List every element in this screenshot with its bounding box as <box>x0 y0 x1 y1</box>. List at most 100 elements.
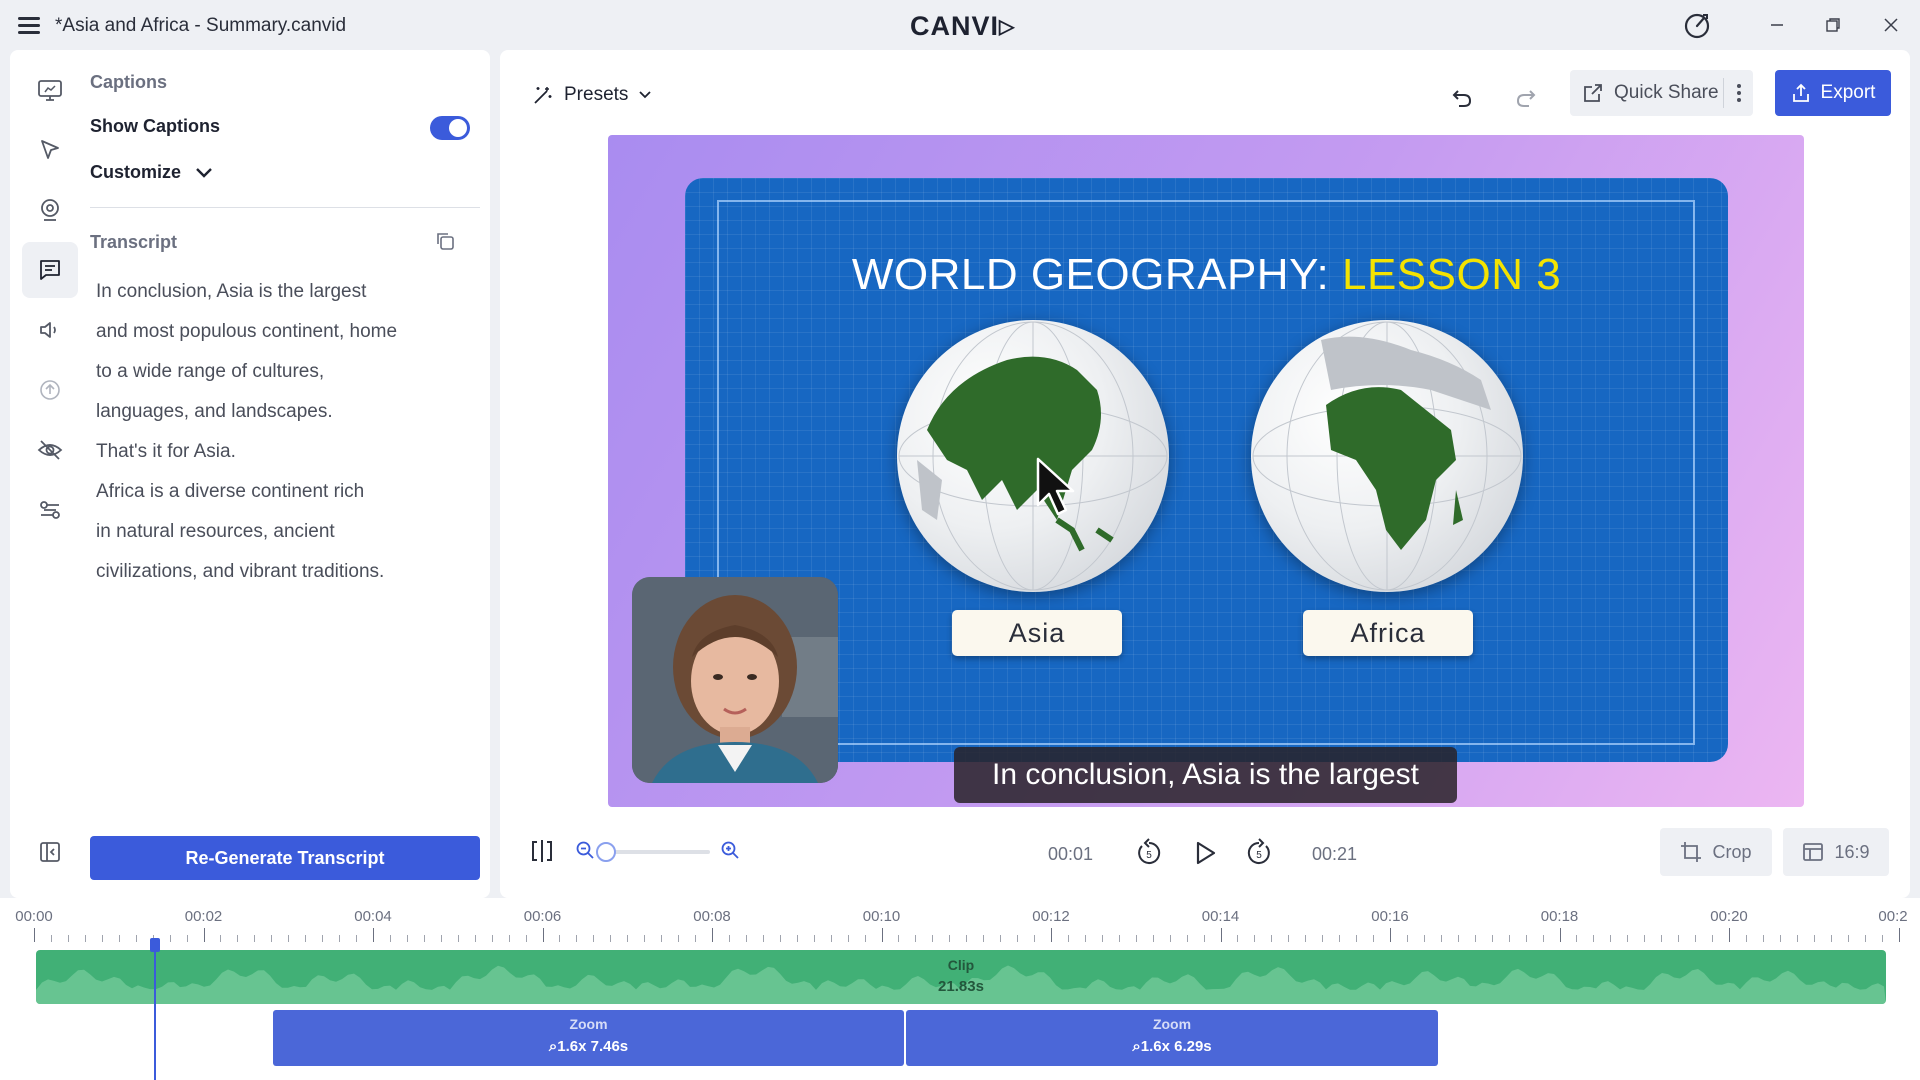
timeline-tick <box>847 935 849 942</box>
transcript-line[interactable]: In conclusion, Asia is the largest <box>96 272 476 312</box>
transcript-line[interactable]: and most populous continent, home <box>96 312 476 352</box>
timeline-tick-label: 00:02 <box>184 908 223 925</box>
transcript-line[interactable]: in natural resources, ancient <box>96 512 476 552</box>
timeline-tick <box>271 935 273 942</box>
timeline-tick <box>559 935 561 942</box>
timeline-tick <box>322 935 324 942</box>
audio-icon[interactable] <box>22 302 78 358</box>
transcript-text[interactable]: In conclusion, Asia is the largest and m… <box>96 272 476 592</box>
zoom-in-icon[interactable] <box>720 840 744 864</box>
video-clip-track[interactable]: Clip 21.83s <box>36 950 1886 1004</box>
close-icon[interactable] <box>1876 10 1906 40</box>
timeline-tick <box>1220 928 1222 942</box>
zoom-slider[interactable] <box>596 842 710 862</box>
aspect-label: 16:9 <box>1834 841 1870 862</box>
transcript-line[interactable]: languages, and landscapes. <box>96 392 476 432</box>
undo-icon[interactable] <box>1444 80 1480 116</box>
copy-icon[interactable] <box>434 230 462 258</box>
export-button[interactable]: Export <box>1775 70 1891 116</box>
timeline-tick <box>1203 935 1205 942</box>
timeline-tick <box>1712 935 1714 942</box>
timeline-tick <box>169 935 171 942</box>
timeline-tick <box>1169 935 1171 942</box>
timeline-tick-label: 00:14 <box>1201 908 1240 925</box>
customize-dropdown[interactable]: Customize <box>90 162 213 183</box>
crop-button[interactable]: Crop <box>1660 828 1772 876</box>
transcript-line[interactable]: Africa is a diverse continent rich <box>96 472 476 512</box>
playhead[interactable] <box>150 938 160 1080</box>
timeline-tick <box>474 935 476 942</box>
timeline-tick <box>67 935 69 942</box>
hamburger-menu-icon[interactable] <box>16 13 42 37</box>
timeline-tick <box>1067 935 1069 942</box>
clip-duration: 21.83s <box>938 978 984 995</box>
presets-dropdown[interactable]: Presets <box>532 84 652 106</box>
hide-icon[interactable] <box>22 422 78 478</box>
quick-share-label: Quick Share <box>1614 82 1719 103</box>
more-options-icon[interactable] <box>1723 78 1753 108</box>
external-link-icon <box>1582 82 1604 104</box>
timeline-tick <box>1457 935 1459 942</box>
transcript-line[interactable]: to a wide range of cultures, <box>96 352 476 392</box>
timeline-tick <box>1101 935 1103 942</box>
timeline-tick <box>423 935 425 942</box>
timeline-tick <box>1762 935 1764 942</box>
quick-share-button[interactable]: Quick Share <box>1570 70 1753 116</box>
upload-icon[interactable] <box>22 362 78 418</box>
minimize-icon[interactable] <box>1762 10 1792 40</box>
regenerate-transcript-button[interactable]: Re-Generate Transcript <box>90 836 480 880</box>
timeline-tick <box>1373 935 1375 942</box>
export-icon <box>1792 83 1809 102</box>
timeline-tick <box>1017 935 1019 942</box>
performance-gauge-icon[interactable] <box>1682 10 1712 40</box>
layout-icon <box>1803 843 1824 861</box>
timeline-tick <box>762 935 764 942</box>
timeline-tick <box>1661 935 1663 942</box>
timeline-tick <box>1186 935 1188 942</box>
timeline-tick <box>576 935 578 942</box>
forward-5-icon[interactable]: 5 <box>1242 836 1276 870</box>
timeline-tick <box>881 928 883 942</box>
timeline-tick <box>1830 935 1832 942</box>
svg-text:5: 5 <box>1146 850 1152 861</box>
zoom-slider-handle[interactable] <box>596 842 616 862</box>
zoom-segment[interactable]: Zoom ⌕1.6x 6.29s <box>906 1010 1438 1066</box>
transcript-line[interactable]: That's it for Asia. <box>96 432 476 472</box>
tool-rail <box>22 62 78 542</box>
collapse-panel-icon[interactable] <box>38 840 68 870</box>
clip-title: Clip <box>947 957 975 973</box>
slide-title: WORLD GEOGRAPHY: LESSON 3 <box>685 250 1728 300</box>
timeline[interactable]: 00:00 00:02 00:04 00:06 00:08 00:10 00:12 00:14… <box>0 898 1920 1080</box>
restore-icon[interactable] <box>1818 10 1848 40</box>
split-icon[interactable] <box>528 837 558 867</box>
timeline-tick <box>779 935 781 942</box>
timeline-tick <box>406 935 408 942</box>
webcam-icon[interactable] <box>22 182 78 238</box>
aspect-ratio-button[interactable]: 16:9 <box>1783 828 1889 876</box>
cursor-icon[interactable] <box>22 122 78 178</box>
timeline-tick <box>186 935 188 942</box>
zoom-segment[interactable]: Zoom ⌕1.6x 7.46s <box>273 1010 904 1066</box>
show-captions-toggle[interactable] <box>430 116 470 140</box>
timeline-tick-label: 00:06 <box>523 908 562 925</box>
redo-icon[interactable] <box>1508 80 1544 116</box>
logo-text: CANVI <box>910 11 1000 41</box>
zoom-segment-info: ⌕1.6x 7.46s <box>548 1038 629 1055</box>
timeline-tick <box>610 935 612 942</box>
rewind-5-icon[interactable]: 5 <box>1132 836 1166 870</box>
timeline-tick <box>1779 935 1781 942</box>
timeline-tick <box>1559 928 1561 942</box>
timeline-tick <box>542 928 544 942</box>
timeline-tick <box>457 935 459 942</box>
screen-icon[interactable] <box>22 62 78 118</box>
app-logo: CANVI▷ <box>910 11 1015 42</box>
effects-icon[interactable] <box>22 482 78 538</box>
captions-icon[interactable] <box>22 242 78 298</box>
video-preview[interactable]: WORLD GEOGRAPHY: LESSON 3 Asia Africa In… <box>608 135 1804 807</box>
timeline-tick <box>593 935 595 942</box>
webcam-overlay[interactable] <box>632 577 838 783</box>
timeline-tick <box>644 935 646 942</box>
transcript-line[interactable]: civilizations, and vibrant traditions. <box>96 552 476 592</box>
play-icon[interactable] <box>1188 836 1222 870</box>
timeline-tick <box>118 935 120 942</box>
